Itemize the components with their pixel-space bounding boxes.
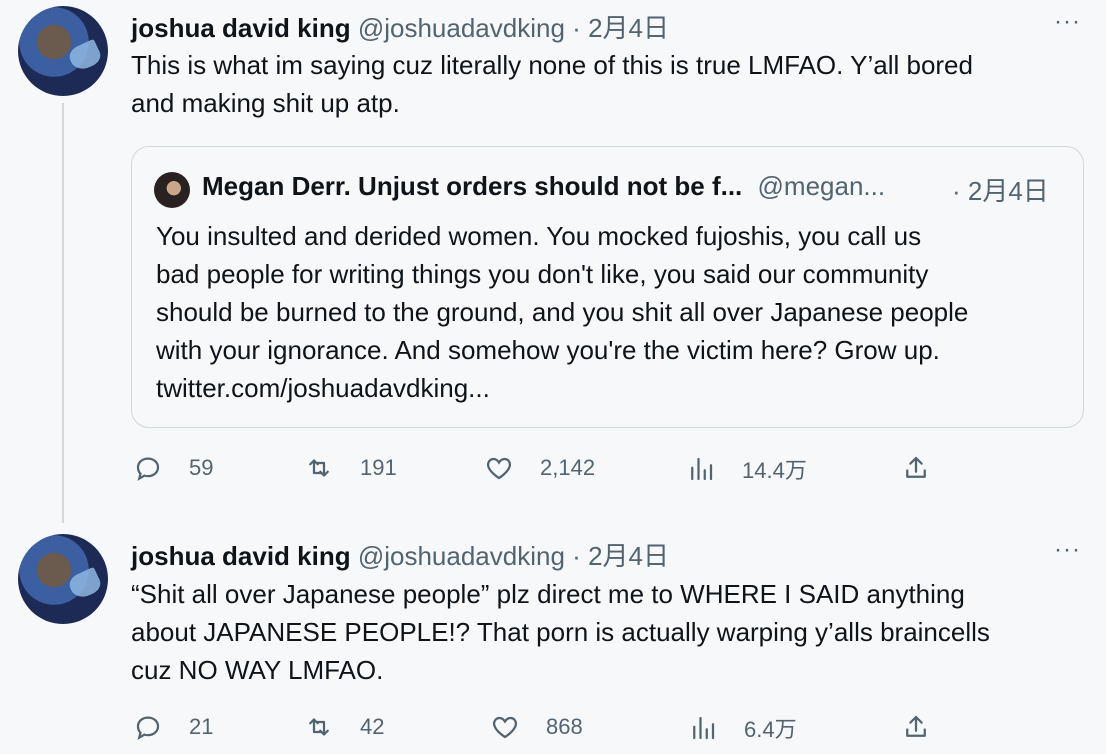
tweet-text-line: and making shit up atp. (131, 88, 400, 118)
tweet-date[interactable]: 2月4日 (588, 13, 669, 43)
views-button[interactable]: 6.4万 (688, 712, 797, 744)
like-button[interactable]: 2,142 (484, 453, 595, 483)
reply-count: 21 (189, 714, 214, 739)
heart-icon (486, 457, 512, 480)
retweet-button[interactable]: 191 (304, 453, 397, 483)
retweet-icon (309, 718, 329, 736)
tweet-text: “Shit all over Japanese people” plz dire… (131, 575, 1081, 689)
quoted-header: Megan Derr. Unjust orders should not be … (202, 171, 885, 202)
tweet-text-line: cuz NO WAY LMFAO. (131, 655, 384, 685)
retweet-count: 42 (360, 714, 385, 739)
quoted-author-handle: @megan... (757, 171, 886, 201)
like-count: 2,142 (540, 455, 596, 480)
quoted-text-line: with your ignorance. And somehow you're … (156, 335, 940, 365)
author-name[interactable]: joshua david king (131, 13, 351, 43)
quoted-tweet[interactable]: Megan Derr. Unjust orders should not be … (131, 146, 1084, 428)
retweet-icon (309, 459, 329, 477)
tweet-text-line: This is what im saying cuz literally non… (131, 50, 973, 80)
quoted-link[interactable]: twitter.com/joshuadavdking... (156, 369, 1076, 407)
author-name[interactable]: joshua david king (131, 541, 351, 571)
tweet-header: joshua david king @joshuadavdking · 2月4日 (131, 536, 669, 573)
avatar[interactable] (18, 6, 108, 96)
analytics-icon (691, 457, 713, 481)
tweet-text: This is what im saying cuz literally non… (131, 46, 1081, 122)
author-handle[interactable]: @joshuadavdking (358, 13, 565, 43)
tweet-actions: 59 191 2,142 14.4万 (0, 453, 1106, 493)
retweet-button[interactable]: 42 (304, 712, 384, 742)
retweet-count: 191 (360, 455, 397, 480)
analytics-icon (693, 716, 715, 740)
view-count: 14.4万 (742, 458, 807, 483)
more-options-icon[interactable]: ··· (1054, 8, 1081, 36)
quoted-text-line: You insulted and derided women. You mock… (156, 221, 922, 251)
quoted-date: · 2月4日 (952, 176, 1049, 206)
author-handle[interactable]: @joshuadavdking (358, 541, 565, 571)
reply-button[interactable]: 21 (133, 712, 213, 742)
share-icon (906, 715, 926, 737)
quoted-text-line: should be burned to the ground, and you … (156, 297, 969, 327)
reply-icon (136, 457, 160, 481)
quoted-author-name: Megan Derr. Unjust orders should not be … (202, 171, 743, 201)
heart-icon (492, 716, 518, 739)
tweet-2[interactable]: joshua david king @joshuadavdking · 2月4日… (0, 520, 1106, 754)
reply-icon (136, 716, 160, 740)
share-button[interactable] (901, 712, 957, 742)
quoted-text: You insulted and derided women. You mock… (156, 217, 1076, 407)
avatar[interactable] (18, 534, 108, 624)
separator-dot: · (572, 13, 581, 43)
tweet-1[interactable]: joshua david king @joshuadavdking · 2月4日… (0, 0, 1106, 523)
quoted-avatar (154, 172, 190, 208)
views-button[interactable]: 14.4万 (686, 453, 807, 485)
tweet-text-line: about JAPANESE PEOPLE!? That porn is act… (131, 617, 990, 647)
reply-button[interactable]: 59 (133, 453, 213, 483)
view-count: 6.4万 (744, 717, 797, 742)
like-button[interactable]: 868 (490, 712, 583, 742)
quoted-text-line: bad people for writing things you don't … (156, 259, 929, 289)
like-count: 868 (546, 714, 583, 739)
separator-dot: · (572, 541, 581, 571)
reply-count: 59 (189, 455, 214, 480)
tweet-actions: 21 42 868 6.4万 (0, 712, 1106, 752)
tweet-header: joshua david king @joshuadavdking · 2月4日 (131, 8, 669, 45)
share-icon (906, 456, 926, 478)
tweet-text-line: “Shit all over Japanese people” plz dire… (131, 579, 965, 609)
tweet-date[interactable]: 2月4日 (588, 541, 669, 571)
more-options-icon[interactable]: ··· (1054, 536, 1081, 564)
share-button[interactable] (901, 453, 957, 483)
